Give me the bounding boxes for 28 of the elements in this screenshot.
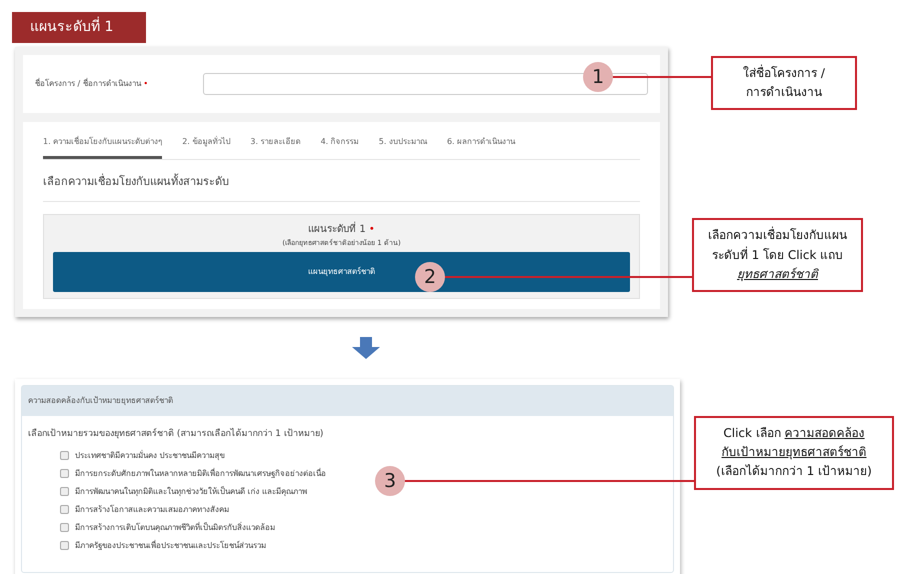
goal-option-label: มีการยกระดับศักยภาพในหลากหลายมิติเพื่อการพัฒนาเศรษฐกิจอย่างต่อเนื่อ (75, 468, 326, 480)
tab[interactable]: 3. รายละเอียด (250, 136, 301, 159)
goal-option-label: มีการสร้างการเติบโตบนคุณภาพชีวิตที่เป็นมิตรกับสิ่งแวดล้อม (75, 522, 275, 534)
field-label: ชื่อโครงการ / ชื่อการดำเนินงาน • (35, 78, 150, 90)
checkbox[interactable] (60, 469, 69, 478)
checkbox[interactable] (60, 523, 69, 532)
plan-level-title: แผนระดับที่ 1 • (308, 222, 375, 236)
down-arrow-icon (352, 337, 380, 359)
callout-box: ใส่ชื่อโครงการ / การดำเนินงาน (711, 56, 857, 110)
goal-prompt: เลือกเป้าหมายรวมของยุทธศาสตร์ชาติ (สามารถเลือกได้มากกว่า 1 เป้าหมาย) (27, 428, 324, 441)
section-heading: แผนระดับที่ 1 (12, 12, 146, 43)
callout-box: Click เลือก ความสอดคล้อง กับเป้าหมายยุทธศาสตร์ชาติ (เลือกได้มากกว่า 1 เป้าหมาย) (694, 416, 894, 490)
checkbox[interactable] (60, 541, 69, 550)
checkbox[interactable] (60, 487, 69, 496)
tab[interactable]: 6. ผลการดำเนินงาน (446, 136, 516, 159)
callout-box: เลือกความเชื่อมโยงกับแผน ระดับที่ 1 โดย Click แถบ ยุทธศาสตร์ชาติ (692, 218, 863, 292)
goal-option-label: มีภาครัฐของประชาชนเพื่อประชาชนและประโยชน์ส่วนรวม (75, 540, 266, 552)
goal-option-label: มีการสร้างโอกาสและความเสมอภาคทางสังคม (75, 504, 229, 516)
goal-option-label: มีการพัฒนาคนในทุกมิติและในทุกช่วงวัยให้เป็นคนดี เก่ง และมีคุณภาพ (75, 486, 308, 498)
checkbox[interactable] (60, 451, 69, 460)
tab[interactable]: 2. ข้อมูลทั่วไป (182, 136, 230, 159)
tab[interactable]: 4. กิจกรรม (320, 136, 359, 159)
tab[interactable]: 5. งบประมาณ (378, 136, 427, 159)
goal-option-label: ประเทศชาติมีความมั่นคง ประชาชนมีความสุข (75, 450, 225, 462)
tab[interactable]: 1. ความเชื่อมโยงกับแผนระดับต่างๆ (43, 136, 162, 159)
checkbox[interactable] (60, 505, 69, 514)
section-title: เลือกความเชื่อมโยงกับแผนทั้งสามระดับ (43, 174, 640, 202)
panel-header: ความสอดคล้องกับเป้าหมายยุทธศาสตร์ชาติ (22, 386, 673, 416)
